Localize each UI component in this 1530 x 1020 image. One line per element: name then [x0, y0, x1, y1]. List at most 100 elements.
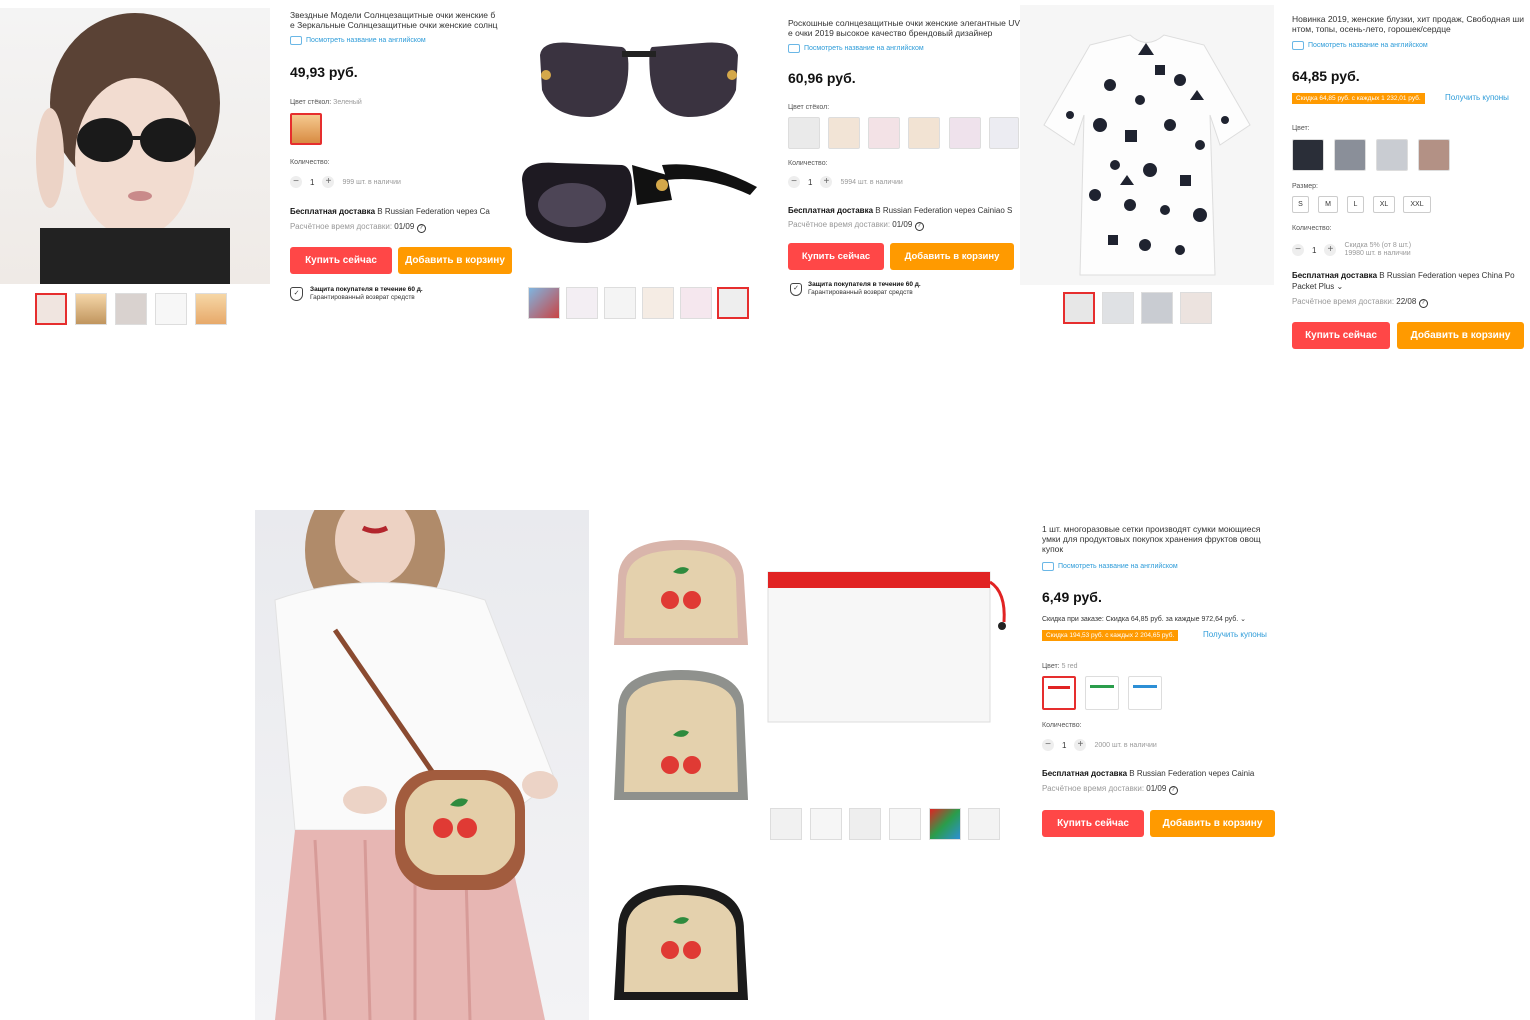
product4-buy-button[interactable]: Купить сейчас — [1042, 810, 1144, 837]
plus-icon[interactable]: + — [820, 176, 833, 188]
minus-icon[interactable]: − — [788, 176, 800, 188]
product3-en-link[interactable]: Посмотреть название на английском — [1292, 41, 1428, 50]
product4-thumb[interactable] — [849, 808, 881, 840]
qty-value[interactable]: 1 — [1062, 741, 1066, 750]
product1-thumb[interactable] — [35, 293, 67, 325]
plus-icon[interactable]: + — [322, 176, 335, 188]
product3-shipping-line2[interactable]: Packet Plus ⌄ — [1292, 282, 1343, 291]
product2-color-swatch[interactable] — [828, 117, 860, 149]
product4-title[interactable]: 1 шт. многоразовые сетки производят сумк… — [1042, 524, 1275, 556]
plus-icon[interactable]: + — [1324, 244, 1337, 256]
minus-icon[interactable]: − — [290, 176, 302, 188]
swatch-green-stripe — [1090, 685, 1114, 688]
product3-promo-badge: Скидка 64,85 руб. с каждых 1 232,01 руб. — [1292, 93, 1425, 104]
product1-title[interactable]: Звездные Модели Солнцезащитные очки женс… — [290, 10, 512, 32]
product3-cart-button[interactable]: Добавить в корзину — [1397, 322, 1524, 349]
product3-thumb[interactable] — [1180, 292, 1212, 324]
help-icon[interactable]: ? — [1418, 299, 1428, 308]
product3-main-image[interactable] — [1020, 5, 1274, 285]
product2-thumb[interactable] — [604, 287, 636, 319]
product2-thumb[interactable] — [566, 287, 598, 319]
product2-thumb[interactable] — [680, 287, 712, 319]
qty-value[interactable]: 1 — [1312, 246, 1316, 255]
product4-order-discount[interactable]: Скидка при заказе: Скидка 64,85 руб. за … — [1042, 615, 1246, 623]
product1-en-link[interactable]: Посмотреть название на английском — [290, 36, 426, 45]
size-option-xl[interactable]: XL — [1373, 196, 1395, 213]
product2-protection: ✓ Защита покупателя в течение 60 д. Гара… — [790, 281, 921, 297]
product3-thumb[interactable] — [1141, 292, 1173, 324]
product3-color-swatch[interactable] — [1418, 139, 1450, 171]
plus-icon[interactable]: + — [1074, 739, 1087, 751]
product4-thumb[interactable] — [810, 808, 842, 840]
product3-title[interactable]: Новинка 2019, женские блузки, хит продаж… — [1292, 14, 1530, 36]
product2-buy-button[interactable]: Купить сейчас — [788, 243, 884, 270]
product2-thumb[interactable] — [528, 287, 560, 319]
product2-color-swatch[interactable] — [788, 117, 820, 149]
product3-coupon-link[interactable]: Получить купоны — [1445, 93, 1509, 102]
product4-cart-button[interactable]: Добавить в корзину — [1150, 810, 1275, 837]
shipping-rest: В Russian Federation через China Po — [1377, 271, 1515, 280]
product1-buy-button[interactable]: Купить сейчас — [290, 247, 392, 274]
product4-qty-stepper[interactable]: − 1 + 2000 шт. в наличии — [1042, 739, 1157, 751]
product2-color-swatch[interactable] — [989, 117, 1019, 149]
product4-main-image[interactable] — [766, 512, 1021, 792]
product2-en-link[interactable]: Посмотреть название на английском — [788, 44, 924, 53]
product1-cart-button[interactable]: Добавить в корзину — [398, 247, 512, 274]
color-label-text: Цвет: — [1042, 663, 1060, 670]
product3-thumb[interactable] — [1102, 292, 1134, 324]
product4-color-swatch[interactable] — [1042, 676, 1076, 710]
product4-thumb[interactable] — [929, 808, 961, 840]
product1-thumb[interactable] — [75, 293, 107, 325]
product3-color-swatch[interactable] — [1292, 139, 1324, 171]
size-option-xxl[interactable]: XXL — [1403, 196, 1431, 213]
product1-thumb[interactable] — [155, 293, 187, 325]
product2-cart-button[interactable]: Добавить в корзину — [890, 243, 1014, 270]
qty-value[interactable]: 1 — [310, 178, 314, 187]
product3-color-swatch[interactable] — [1376, 139, 1408, 171]
product2-color-swatch[interactable] — [949, 117, 981, 149]
product3-buy-button[interactable]: Купить сейчас — [1292, 322, 1390, 349]
minus-icon[interactable]: − — [1042, 739, 1054, 751]
product4-color-swatch[interactable] — [1085, 676, 1119, 710]
help-icon[interactable]: ? — [1168, 786, 1178, 795]
product2-qty-stepper[interactable]: − 1 + 5994 шт. в наличии — [788, 176, 903, 188]
product4-en-link[interactable]: Посмотреть название на английском — [1042, 562, 1178, 571]
size-option-s[interactable]: S — [1292, 196, 1309, 213]
product4-thumb[interactable] — [770, 808, 802, 840]
help-icon[interactable]: ? — [914, 222, 924, 231]
product4-thumb[interactable] — [889, 808, 921, 840]
product4-thumb[interactable] — [968, 808, 1000, 840]
bag-model-image[interactable] — [255, 510, 589, 1020]
bag-variant-image[interactable] — [598, 510, 764, 1020]
product1-color-swatch[interactable] — [290, 113, 322, 145]
product2-color-swatch[interactable] — [908, 117, 940, 149]
product3-thumb[interactable] — [1063, 292, 1095, 324]
product2-qty-label: Количество: — [788, 160, 828, 167]
product1-protection: ✓ Защита покупателя в течение 60 д. Гара… — [290, 286, 423, 302]
eta-label: Расчётное время доставки: — [290, 222, 393, 231]
size-option-l[interactable]: L — [1347, 196, 1364, 213]
help-icon[interactable]: ? — [416, 224, 426, 233]
stock-text: Скидка 5% (от 8 шт.) 19980 шт. в наличии — [1344, 242, 1411, 258]
product2-thumb[interactable] — [717, 287, 749, 319]
product1-qty-stepper[interactable]: − 1 + 999 шт. в наличии — [290, 176, 401, 188]
product1-thumb[interactable] — [195, 293, 227, 325]
product4-coupon-link[interactable]: Получить купоны — [1203, 630, 1267, 639]
minus-icon[interactable]: − — [1292, 244, 1304, 256]
product2-color-swatch[interactable] — [868, 117, 900, 149]
product1-main-image[interactable] — [0, 8, 270, 284]
qty-value[interactable]: 1 — [808, 178, 812, 187]
product1-price: 49,93 руб. — [290, 64, 358, 80]
product2-color-label: Цвет стёкол: — [788, 104, 830, 111]
protection-sub: Гарантированный возврат средств — [808, 289, 913, 296]
product2-thumb[interactable] — [642, 287, 674, 319]
product1-thumb[interactable] — [115, 293, 147, 325]
shipping-rest: В Russian Federation через Cainiao S — [873, 206, 1013, 215]
product3-qty-stepper[interactable]: − 1 + Скидка 5% (от 8 шт.) 19980 шт. в н… — [1292, 242, 1411, 258]
product2-main-image[interactable] — [512, 15, 768, 280]
size-option-m[interactable]: M — [1318, 196, 1338, 213]
product2-eta: Расчётное время доставки: 01/09 ? — [788, 220, 924, 231]
product3-color-swatch[interactable] — [1334, 139, 1366, 171]
product2-title[interactable]: Роскошные солнцезащитные очки женские эл… — [788, 18, 1020, 40]
product4-color-swatch[interactable] — [1128, 676, 1162, 710]
